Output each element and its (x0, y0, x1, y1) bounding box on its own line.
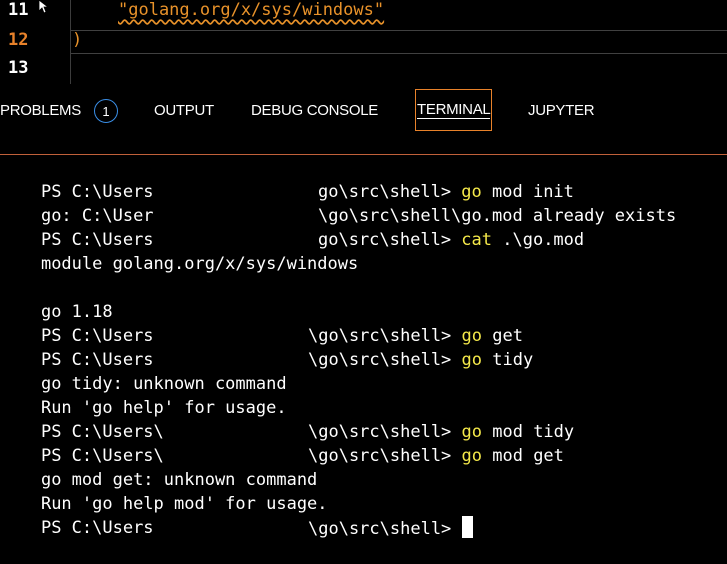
tab-terminal[interactable]: TERMINAL (415, 89, 493, 131)
panel-tab-bar: PROBLEMS 1 OUTPUT DEBUG CONSOLE TERMINAL… (0, 84, 727, 155)
code-editor[interactable]: 11 "golang.org/x/sys/windows" 12 ) 13 (0, 0, 727, 84)
terminal-text: module golang.org/x/sys/windows (40, 254, 359, 274)
terminal-args: mod tidy (482, 422, 575, 442)
terminal-line: module golang.org/x/sys/windows (0, 228, 358, 274)
terminal-prompt-line[interactable]: PS C:\Users \go\src\shell> (0, 492, 473, 539)
terminal-text: go\src\shell> (318, 182, 462, 202)
terminal-args: get (482, 326, 523, 346)
tab-output[interactable]: OUTPUT (154, 101, 214, 121)
terminal-args: .\go.mod (492, 230, 585, 250)
terminal-command: go (461, 422, 483, 442)
terminal-line: Run 'go help mod' for usage. (0, 468, 328, 514)
terminal-line: PS C:\Users\ \go\src\shell> go mod get (0, 420, 564, 466)
line-number: 12 (8, 30, 29, 50)
terminal-text: \go\src\shell> (308, 422, 462, 442)
terminal-args: mod init (481, 182, 574, 202)
terminal-cursor (461, 516, 473, 538)
import-string[interactable]: "golang.org/x/sys/windows" (118, 0, 384, 22)
editor-line[interactable]: 12 ) (0, 28, 727, 52)
terminal-line: PS C:\Users go\src\shell> cat .\go.mod (0, 204, 584, 250)
editor-line[interactable]: 11 "golang.org/x/sys/windows" (0, 0, 727, 22)
panel-divider (0, 154, 727, 155)
terminal-command: go (461, 182, 482, 202)
terminal-text: \go\src\shell> (308, 326, 462, 346)
terminal-text: \go\src\shell> (308, 446, 462, 466)
line-number: 13 (8, 58, 29, 78)
terminal-prompt: \go\src\shell> (308, 519, 462, 539)
tab-jupyter[interactable]: JUPYTER (528, 101, 595, 121)
terminal-command: go (461, 446, 483, 466)
terminal-text: \go\src\shell\go.mod already exists (318, 206, 677, 226)
editor-line[interactable]: 13 (0, 56, 727, 80)
terminal-line: go 1.18 (0, 276, 113, 322)
terminal-line: PS C:\Users \go\src\shell> go tidy (0, 324, 533, 370)
terminal-output[interactable]: PS C:\Users go\src\shell> go mod init go:… (0, 156, 727, 547)
terminal-line: PS C:\Users \go\src\shell> go get (0, 300, 523, 346)
terminal-line: PS C:\Users\ \go\src\shell> go mod tidy (0, 396, 574, 442)
terminal-command: go (461, 350, 483, 370)
terminal-line: PS C:\Users go\src\shell> go mod init (0, 156, 574, 202)
line-number: 11 (8, 0, 29, 20)
terminal-args: mod get (482, 446, 564, 466)
tab-debug-console[interactable]: DEBUG CONSOLE (251, 101, 378, 121)
terminal-command: cat (461, 230, 493, 250)
tab-problems[interactable]: PROBLEMS (0, 101, 81, 121)
problems-count-badge: 1 (94, 99, 118, 123)
terminal-line: go mod get: unknown command (0, 444, 317, 490)
tab-terminal-label: TERMINAL (417, 101, 491, 119)
terminal-command: go (461, 326, 483, 346)
terminal-text: PS C:\Users (40, 518, 154, 538)
terminal-line: go tidy: unknown command (0, 348, 287, 394)
closing-paren[interactable]: ) (72, 28, 82, 52)
terminal-args: tidy (482, 350, 534, 370)
terminal-text: \go\src\shell> (308, 350, 462, 370)
terminal-line: Run 'go help' for usage. (0, 372, 287, 418)
terminal-line: go: C:\User \go\src\shell\go.mod already … (0, 180, 676, 226)
